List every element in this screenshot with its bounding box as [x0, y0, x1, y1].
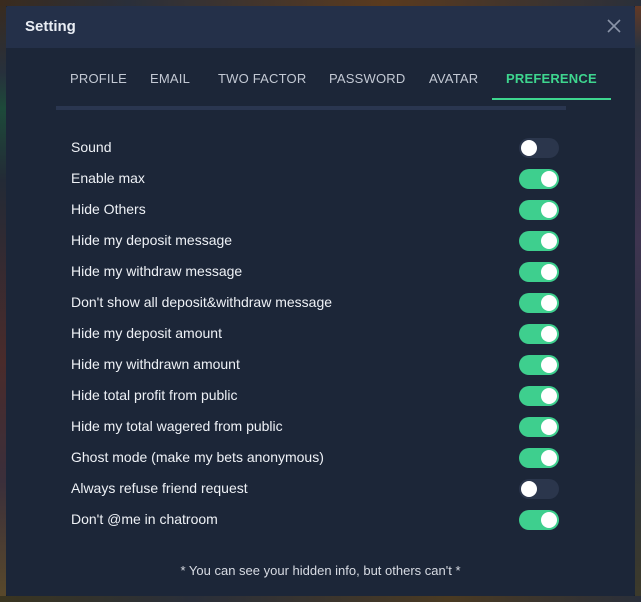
setting-toggle[interactable] [519, 138, 559, 158]
toggle-knob [521, 140, 537, 156]
setting-row: Hide my withdraw message [6, 257, 635, 288]
toggle-knob [541, 264, 557, 280]
tab-two-factor[interactable]: TWO FACTOR [204, 62, 320, 100]
setting-label: Hide total profit from public [71, 387, 238, 403]
setting-toggle[interactable] [519, 262, 559, 282]
setting-toggle[interactable] [519, 448, 559, 468]
backdrop-right-edge [635, 0, 641, 602]
toggle-knob [541, 357, 557, 373]
setting-row: Don't show all deposit&withdraw message [6, 288, 635, 319]
setting-toggle[interactable] [519, 510, 559, 530]
tab-avatar[interactable]: AVATAR [415, 62, 492, 100]
setting-label: Hide my withdraw message [71, 263, 243, 279]
setting-row: Hide total profit from public [6, 381, 635, 412]
setting-label: Hide my deposit amount [71, 325, 222, 341]
toggle-knob [521, 481, 537, 497]
setting-toggle[interactable] [519, 355, 559, 375]
tab-profile[interactable]: PROFILE [56, 62, 141, 100]
toggle-knob [541, 326, 557, 342]
setting-toggle[interactable] [519, 479, 559, 499]
setting-row: Hide my deposit amount [6, 319, 635, 350]
modal-header: Setting [6, 6, 635, 48]
setting-toggle[interactable] [519, 200, 559, 220]
footnote: * You can see your hidden info, but othe… [180, 563, 461, 578]
setting-toggle[interactable] [519, 324, 559, 344]
setting-row: Don't @me in chatroom [6, 505, 635, 536]
setting-row: Enable max [6, 164, 635, 195]
setting-toggle[interactable] [519, 417, 559, 437]
settings-modal: Setting PROFILE EMAIL TWO FACTOR PASSWOR… [6, 6, 635, 596]
setting-row: Always refuse friend request [6, 474, 635, 505]
setting-label: Hide Others [71, 201, 146, 217]
setting-row: Hide my deposit message [6, 226, 635, 257]
tab-email[interactable]: EMAIL [136, 62, 204, 100]
setting-row: Sound [6, 133, 635, 164]
setting-label: Hide my deposit message [71, 232, 233, 248]
setting-row: Hide my total wagered from public [6, 412, 635, 443]
setting-toggle[interactable] [519, 169, 559, 189]
setting-label: Hide my withdrawn amount [71, 356, 240, 372]
toggle-knob [541, 295, 557, 311]
toggle-knob [541, 450, 557, 466]
toggle-knob [541, 171, 557, 187]
modal-title: Setting [25, 18, 76, 35]
tab-preference[interactable]: PREFERENCE [492, 62, 611, 100]
tab-password[interactable]: PASSWORD [315, 62, 419, 100]
toggle-knob [541, 388, 557, 404]
toggle-knob [541, 202, 557, 218]
toggle-knob [541, 233, 557, 249]
setting-label: Don't show all deposit&withdraw message [71, 294, 333, 310]
setting-label: Enable max [71, 170, 145, 186]
tabs-divider [56, 106, 566, 110]
backdrop-bottom-edge [0, 596, 641, 602]
setting-row: Hide my withdrawn amount [6, 350, 635, 381]
toggle-knob [541, 419, 557, 435]
settings-tabs: PROFILE EMAIL TWO FACTOR PASSWORD AVATAR… [56, 62, 611, 102]
setting-toggle[interactable] [519, 293, 559, 313]
setting-row: Ghost mode (make my bets anonymous) [6, 443, 635, 474]
setting-toggle[interactable] [519, 386, 559, 406]
setting-label: Don't @me in chatroom [71, 511, 218, 527]
setting-label: Sound [71, 139, 112, 155]
setting-label: Ghost mode (make my bets anonymous) [71, 449, 324, 465]
setting-label: Hide my total wagered from public [71, 418, 283, 434]
toggle-knob [541, 512, 557, 528]
setting-row: Hide Others [6, 195, 635, 226]
setting-toggle[interactable] [519, 231, 559, 251]
setting-label: Always refuse friend request [71, 480, 248, 496]
close-icon[interactable] [605, 17, 623, 35]
